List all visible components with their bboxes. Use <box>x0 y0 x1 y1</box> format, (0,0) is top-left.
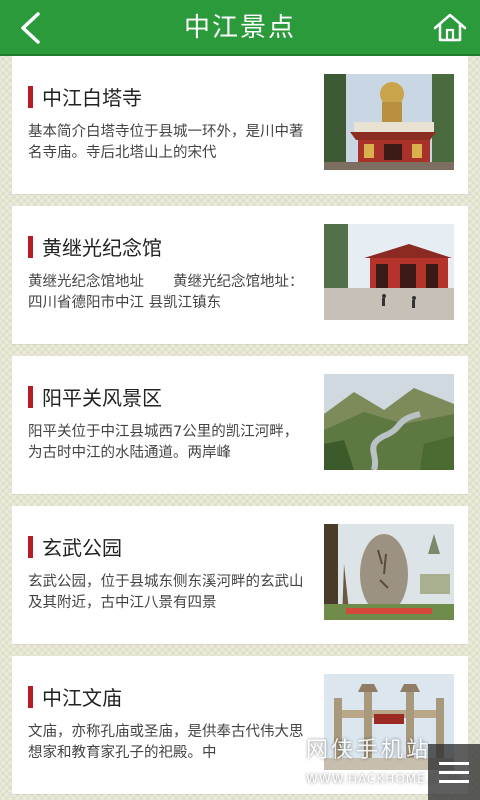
title-marker <box>28 536 33 558</box>
menu-button[interactable] <box>428 744 480 800</box>
title-marker <box>28 86 33 108</box>
title-marker <box>28 386 33 408</box>
attraction-name: 中江文庙 <box>42 686 122 710</box>
watermark-logo: 网侠手机站 <box>306 738 432 763</box>
attraction-thumbnail <box>324 224 454 320</box>
attraction-name: 中江白塔寺 <box>42 86 142 110</box>
attraction-description: 玄武公园，位于县城东侧东溪河畔的玄武山及其附近，古中江八景有四景 <box>28 574 304 611</box>
attraction-card[interactable]: 阳平关风景区 阳平关位于中江县城西7公里的凯江河畔，为古时中江的水陆通道。两岸峰 <box>12 356 468 494</box>
attraction-card[interactable]: 中江白塔寺 基本简介白塔寺位于县城一环外，是川中著名寺庙。寺后北塔山上的宋代 <box>12 56 468 194</box>
attraction-description: 黄继光纪念馆地址 黄继光纪念馆地址：四川省德阳市中江 县凯江镇东 <box>28 274 304 311</box>
hamburger-menu-icon <box>439 770 469 774</box>
attraction-name: 黄继光纪念馆 <box>42 236 162 260</box>
title-marker <box>28 686 33 708</box>
hamburger-menu-icon <box>439 779 469 783</box>
watermark: 网侠手机站 WWW.HACKHOME.COM <box>302 730 461 796</box>
attraction-name: 阳平关风景区 <box>42 386 162 410</box>
header-bar: 中江景点 <box>0 0 480 56</box>
attraction-description: 阳平关位于中江县城西7公里的凯江河畔，为古时中江的水陆通道。两岸峰 <box>28 424 299 461</box>
home-icon <box>433 13 467 42</box>
title-marker <box>28 236 33 258</box>
attraction-name: 玄武公园 <box>42 536 122 560</box>
page-title: 中江景点 <box>183 13 296 43</box>
hamburger-menu-icon <box>439 761 469 765</box>
attraction-description: 基本简介白塔寺位于县城一环外，是川中著名寺庙。寺后北塔山上的宋代 <box>28 124 304 161</box>
attraction-thumbnail <box>324 74 454 170</box>
attraction-card[interactable]: 黄继光纪念馆 黄继光纪念馆地址 黄继光纪念馆地址：四川省德阳市中江 县凯江镇东 <box>12 206 468 344</box>
attraction-thumbnail <box>324 374 454 470</box>
attraction-description: 文庙，亦称孔庙或圣庙，是供奉古代伟大思想家和教育家孔子的祀殿。中 <box>28 724 304 761</box>
attraction-thumbnail <box>324 524 454 620</box>
attraction-card[interactable]: 玄武公园 玄武公园，位于县城东侧东溪河畔的玄武山及其附近，古中江八景有四景 <box>12 506 468 644</box>
home-button[interactable] <box>430 8 470 48</box>
